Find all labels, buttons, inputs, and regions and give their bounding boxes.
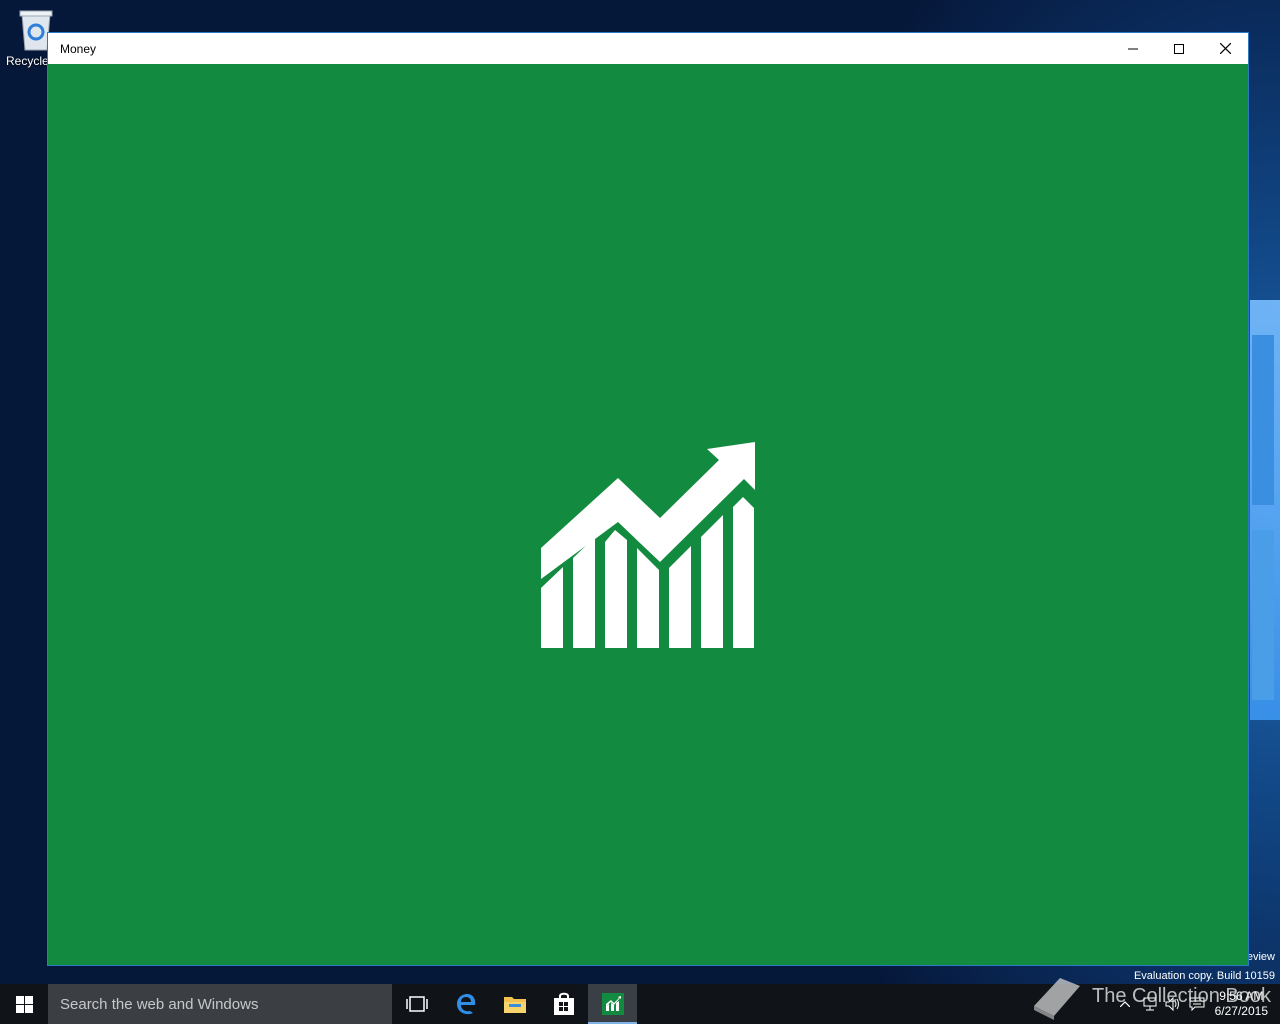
maximize-button[interactable] <box>1156 33 1202 64</box>
store-bag-icon <box>553 992 574 1015</box>
task-view-icon <box>405 996 428 1012</box>
clock-time: 9:56 AM <box>1219 989 1264 1003</box>
clock[interactable]: 9:56 AM 6/27/2015 <box>1209 989 1280 1019</box>
system-tray: 9:56 AM 6/27/2015 <box>1113 984 1280 1024</box>
search-input[interactable]: Search the web and Windows <box>48 984 392 1024</box>
task-view-button[interactable] <box>392 984 441 1024</box>
title-bar[interactable]: Money <box>48 33 1248 64</box>
network-icon <box>1143 997 1157 1011</box>
wallpaper-pane <box>1252 530 1274 700</box>
window-title: Money <box>60 41 97 56</box>
clock-date: 6/27/2015 <box>1214 1004 1268 1018</box>
money-app-icon <box>601 993 624 1015</box>
wallpaper-pane <box>1252 335 1274 505</box>
evaluation-watermark: Evaluation copy. Build 10159 <box>1133 970 1275 982</box>
splash-screen <box>48 64 1248 965</box>
taskbar: Search the web and Windows 9:56 AM 6/27/… <box>0 984 1280 1024</box>
speaker-icon <box>1165 997 1179 1011</box>
network-button[interactable] <box>1137 984 1161 1024</box>
chart-trending-up-icon <box>541 442 755 648</box>
edge-button[interactable] <box>441 984 490 1024</box>
maximize-icon <box>1174 43 1184 54</box>
store-button[interactable] <box>539 984 588 1024</box>
search-placeholder: Search the web and Windows <box>60 995 259 1013</box>
minimize-icon <box>1128 48 1138 49</box>
file-explorer-button[interactable] <box>490 984 539 1024</box>
minimize-button[interactable] <box>1110 33 1156 64</box>
start-button[interactable] <box>0 984 48 1024</box>
close-icon <box>1219 43 1231 54</box>
action-center-button[interactable] <box>1185 984 1209 1024</box>
show-hidden-icons-button[interactable] <box>1113 984 1137 1024</box>
chevron-up-icon <box>1119 1001 1130 1007</box>
volume-button[interactable] <box>1161 984 1185 1024</box>
windows-logo-icon <box>15 995 33 1013</box>
folder-icon <box>503 997 526 1013</box>
edge-browser-icon <box>456 994 475 1015</box>
notification-icon <box>1189 997 1205 1011</box>
preview-watermark: eview <box>1246 951 1275 963</box>
close-button[interactable] <box>1202 33 1248 64</box>
money-app-window[interactable]: Money <box>47 32 1249 966</box>
money-app-button[interactable] <box>588 984 637 1024</box>
